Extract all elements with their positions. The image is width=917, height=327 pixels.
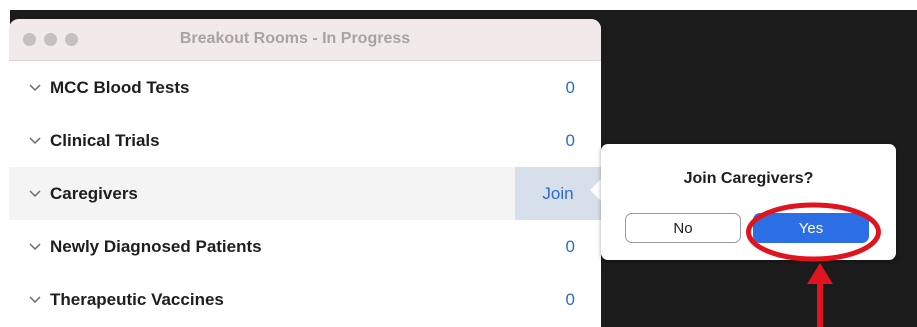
- window-title: Breakout Rooms - In Progress: [179, 30, 411, 47]
- room-name: Clinical Trials: [50, 130, 160, 150]
- top-margin: [0, 0, 917, 10]
- chevron-down-icon[interactable]: [29, 241, 41, 253]
- room-row-mcc-blood-tests[interactable]: MCC Blood Tests 0: [9, 61, 601, 114]
- chevron-down-icon[interactable]: [29, 188, 41, 200]
- chevron-down-icon[interactable]: [29, 82, 41, 94]
- popover-title: Join Caregivers?: [683, 170, 814, 187]
- participant-count: 0: [565, 77, 575, 97]
- room-row-newly-diagnosed-patients[interactable]: Newly Diagnosed Patients 0: [9, 220, 601, 273]
- highlight-ellipse-annotation: [746, 202, 881, 262]
- breakout-rooms-window: Breakout Rooms - In Progress MCC Blood T…: [9, 19, 601, 327]
- chevron-down-icon[interactable]: [29, 294, 41, 306]
- participant-count: 0: [565, 130, 575, 150]
- room-row-clinical-trials[interactable]: Clinical Trials 0: [9, 114, 601, 167]
- chevron-down-icon[interactable]: [29, 135, 41, 147]
- room-name: Therapeutic Vaccines: [50, 289, 224, 309]
- join-button[interactable]: Join: [515, 167, 601, 220]
- room-name: Newly Diagnosed Patients: [50, 236, 262, 256]
- room-row-therapeutic-vaccines[interactable]: Therapeutic Vaccines 0: [9, 273, 601, 326]
- participant-count: 0: [565, 289, 575, 309]
- participant-count: 0: [565, 236, 575, 256]
- red-arrow-annotation: [807, 263, 833, 327]
- room-name: MCC Blood Tests: [50, 77, 190, 97]
- title-bar[interactable]: Breakout Rooms - In Progress: [9, 19, 601, 61]
- no-button[interactable]: No: [625, 213, 741, 243]
- room-row-caregivers[interactable]: Caregivers Join: [9, 167, 601, 220]
